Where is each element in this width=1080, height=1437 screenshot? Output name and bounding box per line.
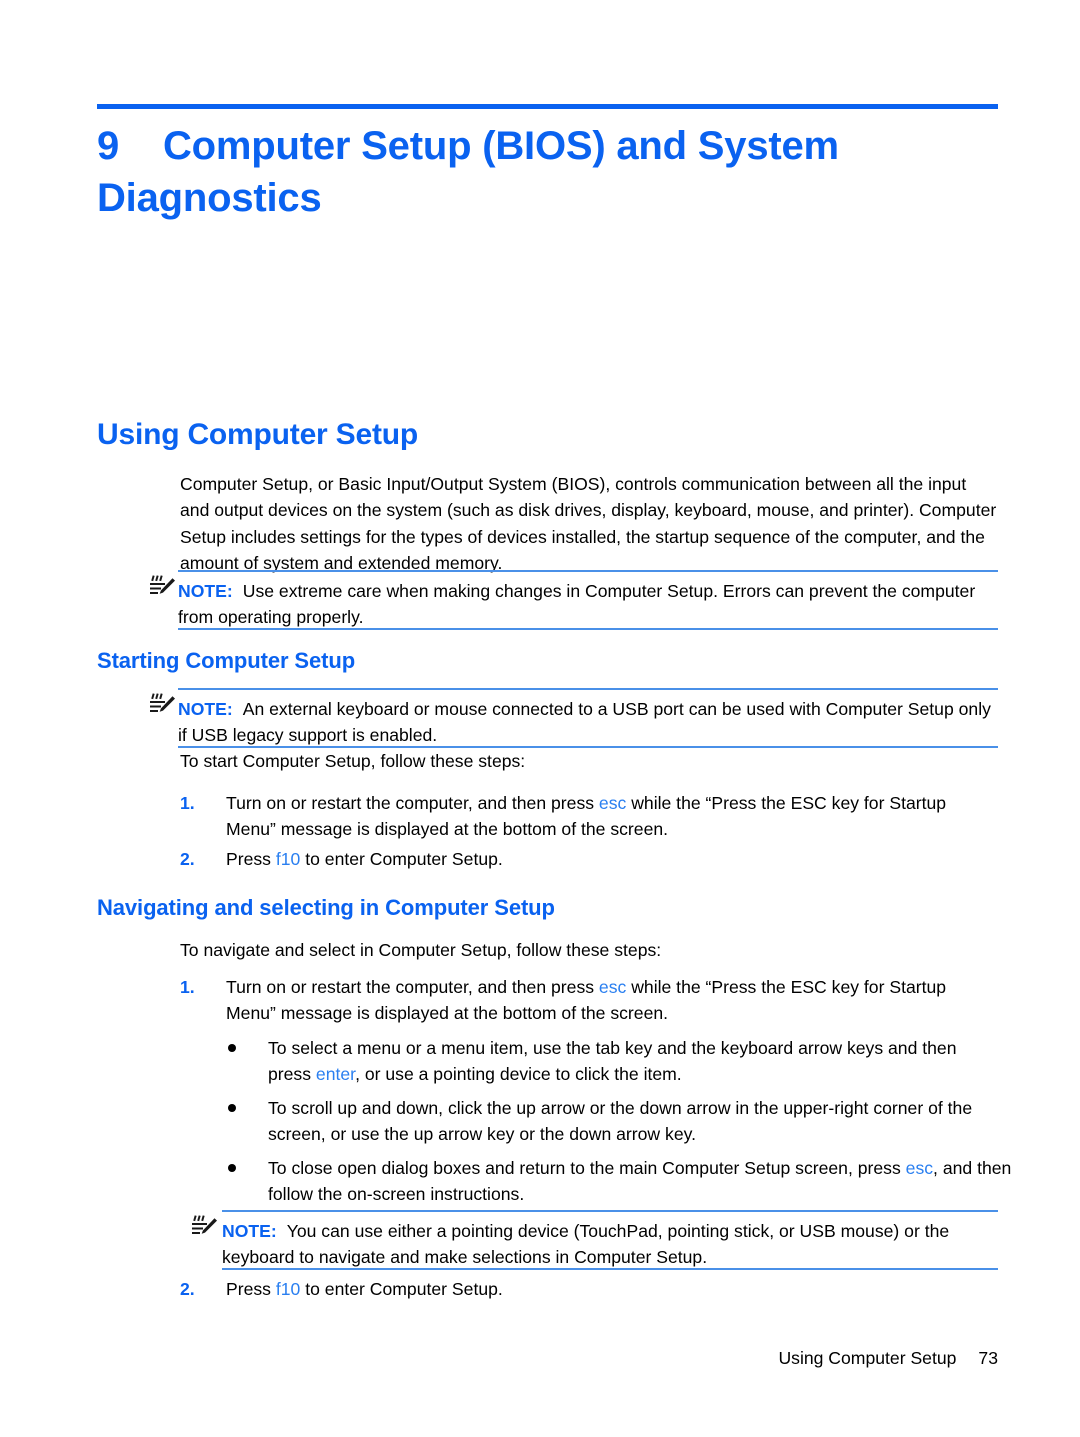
- key-reference: f10: [275, 1279, 301, 1299]
- text-run: To close open dialog boxes and return to…: [268, 1158, 906, 1178]
- text-run: to enter Computer Setup.: [300, 849, 503, 869]
- list-item-text: Press f10 to enter Computer Setup.: [226, 846, 998, 872]
- footer-page-number: 73: [978, 1348, 998, 1368]
- note-text-2: NOTE: An external keyboard or mouse conne…: [178, 696, 998, 749]
- key-reference: esc: [905, 1158, 934, 1178]
- note-pencil-icon: [192, 1214, 218, 1238]
- key-reference: esc: [598, 977, 627, 997]
- heading-using-computer-setup: Using Computer Setup: [97, 418, 419, 451]
- chapter-rule: [97, 104, 998, 109]
- bullet-item-text: To scroll up and down, click the up arro…: [268, 1095, 1032, 1148]
- chapter-title: 9 Computer Setup (BIOS) and System Diagno…: [97, 120, 977, 224]
- list-number: 2.: [180, 849, 195, 869]
- note-body-text-3: You can use either a pointing device (To…: [222, 1221, 950, 1268]
- list-number: 2.: [180, 1279, 195, 1299]
- note-pencil-icon: [150, 692, 176, 716]
- paragraph-navigate-lead-in: To navigate and select in Computer Setup…: [180, 940, 662, 960]
- bullet-item-text: To close open dialog boxes and return to…: [268, 1155, 1032, 1208]
- list-item-text: Turn on or restart the computer, and the…: [226, 790, 998, 843]
- note-body-text-1: Use extreme care when making changes in …: [178, 581, 976, 628]
- note-label-3: NOTE:: [222, 1221, 277, 1241]
- text-run: to enter Computer Setup.: [300, 1279, 503, 1299]
- note-top-rule-3: [222, 1210, 998, 1212]
- paragraph-start-lead-in: To start Computer Setup, follow these st…: [180, 751, 526, 771]
- list-number: 1.: [180, 977, 195, 997]
- text-run: Press: [226, 1279, 276, 1299]
- bullet-dot-icon: [228, 1164, 236, 1172]
- key-reference: f10: [275, 849, 301, 869]
- bullet-item-text: To select a menu or a menu item, use the…: [268, 1035, 998, 1088]
- text-run: To scroll up and down, click the up arro…: [268, 1098, 973, 1145]
- text-run: Turn on or restart the computer, and the…: [226, 793, 599, 813]
- note-bottom-rule-3: [222, 1268, 998, 1270]
- page-footer: Using Computer Setup 73: [0, 1348, 998, 1369]
- list-item-text: Press f10 to enter Computer Setup.: [226, 1276, 998, 1302]
- text-run: Press: [226, 849, 276, 869]
- heading-navigating-and-selecting: Navigating and selecting in Computer Set…: [97, 895, 555, 920]
- note-label-2: NOTE:: [178, 699, 233, 719]
- text-run: Turn on or restart the computer, and the…: [226, 977, 599, 997]
- chapter-number: 9: [97, 124, 120, 168]
- text-run: , or use a pointing device to click the …: [355, 1064, 682, 1085]
- document-page: 9 Computer Setup (BIOS) and System Diagno…: [0, 0, 1080, 1437]
- note-text-1: NOTE: Use extreme care when making change…: [178, 578, 998, 631]
- key-reference: esc: [598, 793, 627, 813]
- list-item-text: Turn on or restart the computer, and the…: [226, 974, 998, 1027]
- paragraph-using-computer-setup-intro: Computer Setup, or Basic Input/Output Sy…: [180, 474, 997, 574]
- note-text-3: NOTE: You can use either a pointing devic…: [222, 1218, 998, 1271]
- bullet-dot-icon: [228, 1104, 236, 1112]
- heading-starting-computer-setup: Starting Computer Setup: [97, 648, 356, 673]
- note-label-1: NOTE:: [178, 581, 233, 601]
- note-pencil-icon: [150, 574, 176, 598]
- note-body-text-2: An external keyboard or mouse connected …: [178, 699, 991, 746]
- footer-section-name: Using Computer Setup: [778, 1348, 957, 1368]
- chapter-title-text: Computer Setup (BIOS) and System Diagnos…: [97, 124, 839, 220]
- key-reference: enter: [315, 1064, 356, 1085]
- list-number: 1.: [180, 793, 195, 813]
- bullet-dot-icon: [228, 1044, 236, 1052]
- note-bottom-rule: [178, 628, 998, 630]
- note-top-rule-2: [178, 688, 998, 690]
- note-top-rule: [178, 570, 998, 572]
